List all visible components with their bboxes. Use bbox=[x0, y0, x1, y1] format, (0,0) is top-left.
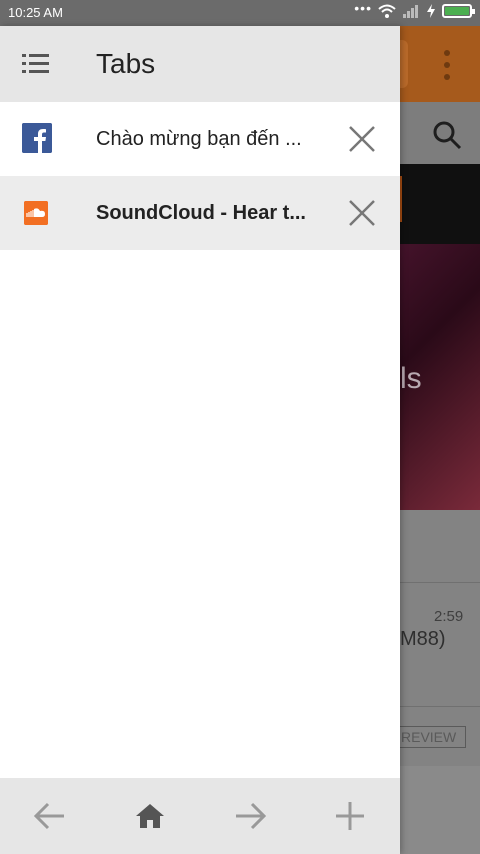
background-hero-text: ls bbox=[400, 362, 422, 395]
drawer-title: Tabs bbox=[96, 48, 156, 79]
wifi-icon bbox=[378, 4, 396, 18]
close-icon[interactable] bbox=[346, 197, 378, 229]
home-icon[interactable] bbox=[132, 798, 168, 834]
more-dots-icon: ••• bbox=[354, 0, 372, 16]
search-icon bbox=[433, 121, 462, 150]
charging-icon bbox=[427, 4, 435, 18]
signal-icon bbox=[403, 5, 418, 18]
overflow-menu-icon bbox=[444, 50, 452, 80]
background-list-label: M88) bbox=[400, 628, 446, 650]
battery-level bbox=[445, 7, 469, 15]
new-tab-plus-icon[interactable] bbox=[332, 798, 368, 834]
tabs-drawer: Tabs Chào mừng bạn đến ... SoundCloud - … bbox=[0, 26, 400, 854]
tab-item[interactable]: Chào mừng bạn đến ... bbox=[0, 102, 400, 176]
battery-icon bbox=[442, 4, 475, 18]
forward-arrow-icon[interactable] bbox=[232, 798, 268, 834]
back-arrow-icon[interactable] bbox=[32, 798, 68, 834]
status-icons: ••• bbox=[354, 0, 475, 18]
tab-item-active[interactable]: SoundCloud - Hear t... bbox=[0, 176, 400, 250]
drawer-header: Tabs bbox=[0, 26, 400, 102]
background-duration: 2:59 bbox=[434, 608, 464, 625]
list-icon[interactable] bbox=[22, 52, 50, 76]
tab-title: SoundCloud - Hear t... bbox=[96, 202, 306, 224]
soundcloud-icon bbox=[24, 201, 48, 225]
bottom-nav-bar bbox=[0, 778, 400, 854]
tab-title: Chào mừng bạn đến ... bbox=[96, 128, 302, 150]
close-icon[interactable] bbox=[346, 123, 378, 155]
status-bar: 10:25 AM ••• bbox=[0, 0, 480, 26]
facebook-icon bbox=[22, 123, 52, 153]
status-time: 10:25 AM bbox=[8, 5, 63, 20]
background-review-button: REVIEW bbox=[398, 726, 466, 748]
